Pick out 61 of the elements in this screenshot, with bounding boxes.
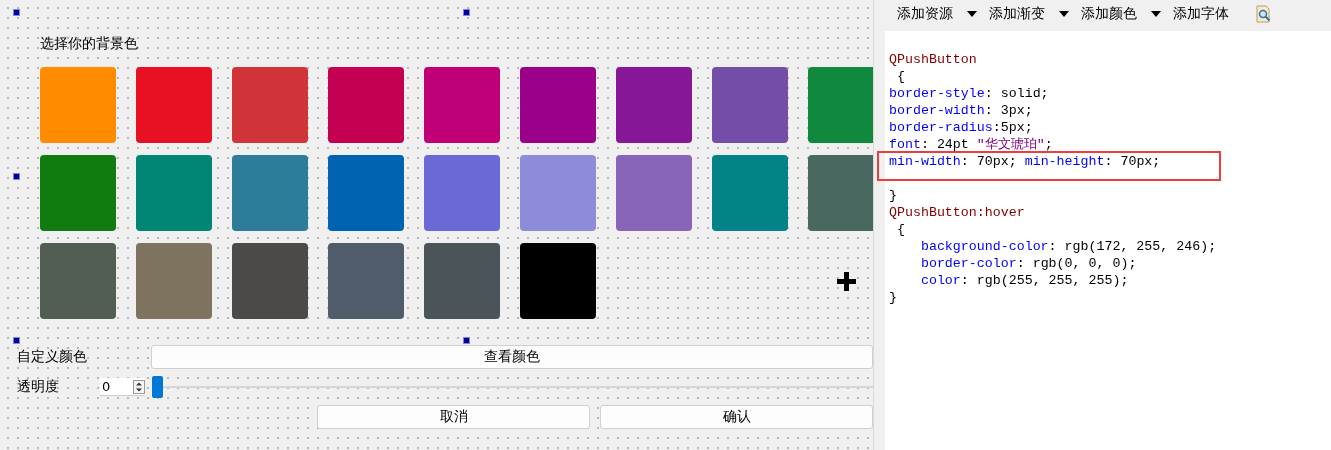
selection-handle[interactable]: [13, 173, 20, 180]
code-line: QPushButton:hover: [889, 204, 1026, 221]
color-swatch[interactable]: [808, 67, 873, 143]
toolbar-button[interactable]: 添加颜色: [1081, 5, 1137, 23]
code-line: border-style: solid;: [889, 85, 1050, 102]
field-label: 透明度: [17, 378, 60, 396]
dialog-button[interactable]: 取消: [317, 405, 590, 429]
color-swatch[interactable]: [136, 243, 212, 319]
color-swatch[interactable]: [424, 155, 500, 231]
slider-thumb[interactable]: [152, 376, 163, 398]
color-swatch[interactable]: [328, 67, 404, 143]
color-swatch[interactable]: [232, 155, 308, 231]
view-color-button[interactable]: 查看颜色: [151, 345, 873, 369]
toolbar-button[interactable]: 添加渐变: [989, 5, 1045, 23]
selection-handle[interactable]: [13, 337, 20, 344]
toolbar-button[interactable]: 添加字体: [1173, 5, 1229, 23]
dropdown-arrow-icon[interactable]: [1151, 11, 1161, 17]
dropdown-arrow-icon[interactable]: [967, 11, 977, 17]
color-swatch[interactable]: [808, 155, 873, 231]
code-line: color: rgb(255, 255, 255);: [919, 272, 1130, 289]
toolbar-button[interactable]: 添加资源: [897, 5, 953, 23]
section-title: 选择你的背景色: [40, 34, 138, 53]
code-line: }: [889, 289, 898, 306]
dialog-button[interactable]: 确认: [600, 405, 873, 429]
color-swatch[interactable]: [232, 67, 308, 143]
color-swatch[interactable]: [40, 243, 116, 319]
code-line: font: 24pt "华文琥珀";: [889, 136, 1054, 153]
field-label: 自定义颜色: [17, 348, 88, 366]
color-swatch[interactable]: [40, 67, 116, 143]
code-line: QPushButton: [889, 51, 978, 68]
color-swatch[interactable]: [520, 243, 596, 319]
code-line: {: [895, 221, 906, 238]
code-line: border-width: 3px;: [889, 102, 1034, 119]
color-swatch[interactable]: [136, 155, 212, 231]
color-swatch[interactable]: [328, 243, 404, 319]
color-swatch[interactable]: [616, 67, 692, 143]
color-swatch[interactable]: [232, 243, 308, 319]
opacity-slider[interactable]: [152, 376, 873, 398]
magnifier-icon[interactable]: [1255, 5, 1273, 23]
color-swatch[interactable]: [520, 67, 596, 143]
code-line: {: [895, 68, 906, 85]
color-swatch[interactable]: [424, 243, 500, 319]
color-swatch[interactable]: [328, 155, 404, 231]
color-swatch[interactable]: [136, 67, 212, 143]
color-swatch[interactable]: [616, 155, 692, 231]
spin-box[interactable]: 0: [100, 378, 145, 396]
plus-icon: [837, 272, 856, 291]
code-line: border-color: rgb(0, 0, 0);: [919, 255, 1138, 272]
code-line: }: [889, 187, 898, 204]
spin-arrows-icon[interactable]: [133, 379, 145, 394]
color-swatch[interactable]: [40, 155, 116, 231]
code-line: border-radius:5px;: [889, 119, 1034, 136]
color-swatch[interactable]: [424, 67, 500, 143]
dropdown-arrow-icon[interactable]: [1059, 11, 1069, 17]
color-swatch[interactable]: [712, 67, 788, 143]
color-swatch[interactable]: [520, 155, 596, 231]
selection-handle[interactable]: [463, 337, 470, 344]
color-swatch[interactable]: [712, 155, 788, 231]
code-line: background-color: rgb(172, 255, 246);: [919, 238, 1218, 255]
selection-handle[interactable]: [463, 9, 470, 16]
selection-handle[interactable]: [13, 9, 20, 16]
